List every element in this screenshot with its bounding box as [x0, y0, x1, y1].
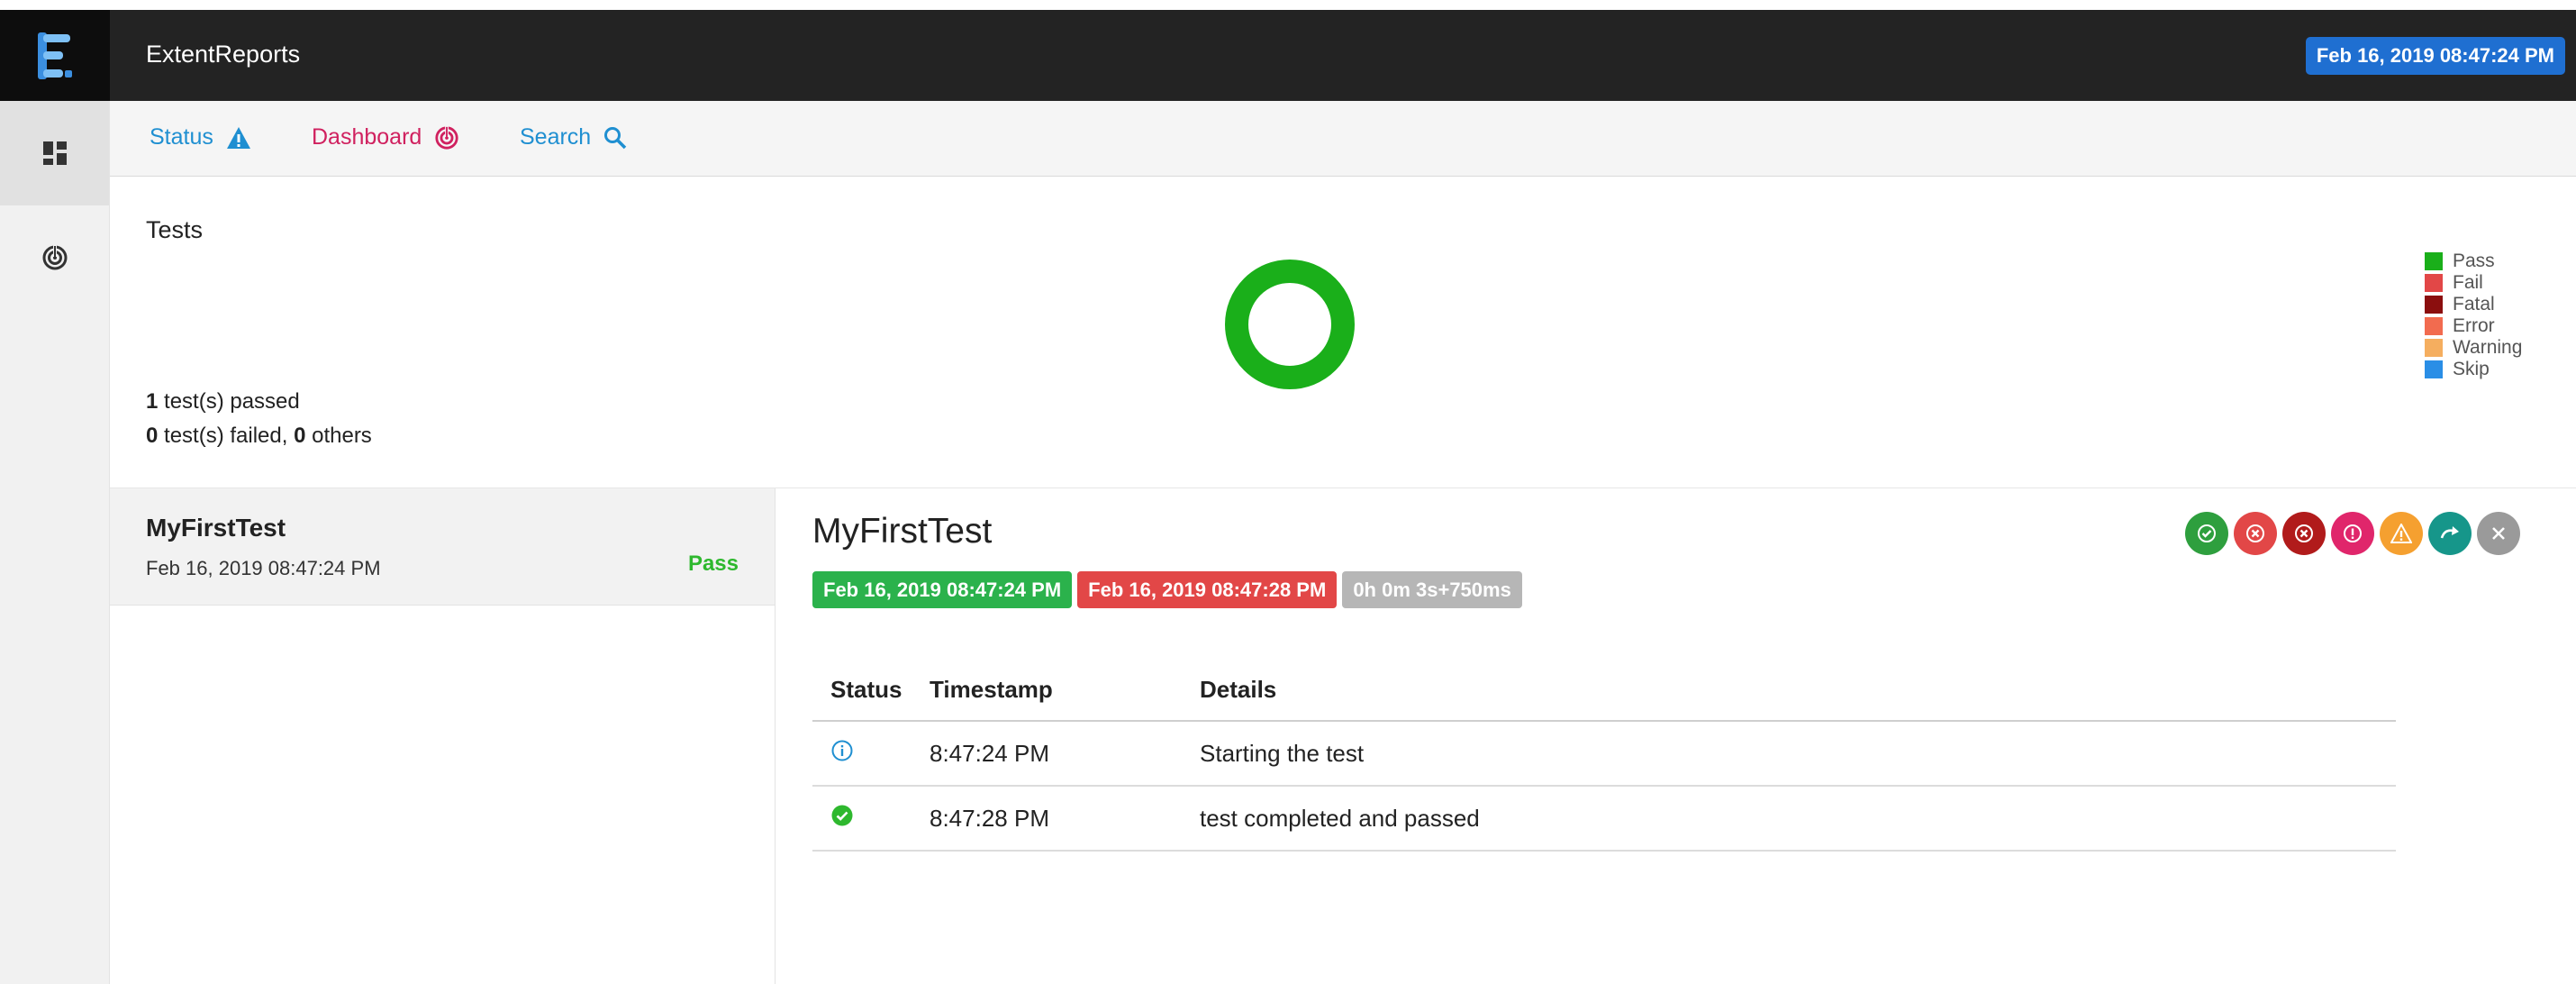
close-icon [2492, 527, 2505, 540]
fatal-filter-icon[interactable] [2282, 512, 2326, 555]
warning-filter-icon[interactable] [2380, 512, 2423, 555]
col-details-header: Details [1200, 660, 2396, 722]
table-row: 8:47:24 PM Starting the test [812, 721, 2396, 787]
nav-search-label: Search [520, 124, 592, 150]
legend-label: Skip [2453, 359, 2490, 379]
donut-slice-pass [1225, 260, 1355, 389]
check-icon [2198, 524, 2216, 542]
table-header-row: Status Timestamp Details [812, 660, 2396, 722]
duration-badge: 0h 0m 3s+750ms [1342, 571, 1522, 608]
test-name: MyFirstTest [146, 514, 286, 542]
failed-text: test(s) failed, [158, 424, 295, 448]
exclamation-icon [2344, 524, 2362, 542]
sidebar-item-tests[interactable] [0, 101, 109, 205]
legend-item-warning: Warning [2425, 337, 2522, 359]
time-badges: Feb 16, 2019 08:47:24 PM Feb 16, 2019 08… [812, 571, 1522, 608]
legend-item-fatal: Fatal [2425, 294, 2522, 315]
end-time-badge: Feb 16, 2019 08:47:28 PM [1077, 571, 1338, 608]
info-icon [831, 740, 853, 761]
nav-dashboard-label: Dashboard [312, 124, 422, 150]
legend-item-fail: Fail [2425, 272, 2522, 294]
top-bar: ExtentReports Feb 16, 2019 08:47:24 PM [0, 10, 2576, 101]
legend-label: Warning [2453, 337, 2523, 358]
nav-bar: Status Dashboard Search [110, 101, 2576, 177]
search-icon [604, 126, 627, 149]
fail-filter-icon[interactable] [2234, 512, 2277, 555]
log-details: Starting the test [1200, 721, 2396, 787]
col-status-header: Status [812, 660, 930, 722]
dashboard-grid-icon [42, 141, 67, 165]
warning-triangle-icon [2390, 524, 2412, 543]
test-status: Pass [687, 551, 739, 576]
log-timestamp: 8:47:24 PM [930, 721, 1200, 787]
nav-status-label: Status [150, 124, 213, 150]
test-list-panel: MyFirstTest Feb 16, 2019 08:47:24 PM Pas… [110, 488, 776, 984]
legend-swatch [2425, 317, 2443, 335]
tests-chart-title: Tests [146, 216, 204, 243]
start-time-badge: Feb 16, 2019 08:47:24 PM [812, 571, 1073, 608]
legend-swatch [2425, 360, 2443, 378]
failed-count: 0 [146, 424, 159, 448]
x-circle-icon [2246, 524, 2264, 542]
test-detail-panel: MyFirstTest Feb 16, 2019 08:47:24 PM Feb… [776, 488, 2576, 984]
log-status-cell [812, 721, 930, 787]
others-text: others [305, 424, 372, 448]
nav-status[interactable]: Status [150, 124, 251, 150]
tests-summary-panel: Tests 1 test(s) passed 0 test(s) failed,… [110, 177, 2576, 488]
legend-label: Pass [2453, 251, 2495, 271]
chart-legend: Pass Fail Fatal Error Warning Skip [2425, 251, 2522, 380]
legend-swatch [2425, 274, 2443, 292]
error-filter-icon[interactable] [2331, 512, 2374, 555]
extent-logo[interactable] [0, 10, 110, 101]
skip-arrow-icon [2440, 526, 2459, 539]
x-circle-icon [2295, 524, 2313, 542]
test-detail-title: MyFirstTest [812, 512, 993, 551]
legend-item-skip: Skip [2425, 359, 2522, 380]
top-strip [0, 0, 2576, 10]
nav-search[interactable]: Search [520, 124, 627, 150]
clear-filter-icon[interactable] [2477, 512, 2520, 555]
nav-dashboard[interactable]: Dashboard [312, 124, 459, 150]
legend-swatch [2425, 296, 2443, 314]
legend-label: Fatal [2453, 294, 2495, 314]
legend-swatch [2425, 339, 2443, 357]
test-time: Feb 16, 2019 08:47:24 PM [146, 557, 381, 579]
logo-icon [38, 32, 72, 79]
sidebar [0, 101, 110, 984]
tests-donut-chart [1225, 260, 1355, 389]
log-details: test completed and passed [1200, 786, 2396, 852]
legend-item-pass: Pass [2425, 251, 2522, 272]
log-timestamp: 8:47:28 PM [930, 786, 1200, 852]
warning-triangle-icon [226, 126, 250, 149]
pass-check-icon [831, 805, 853, 825]
passed-count: 1 [146, 389, 159, 414]
col-timestamp-header: Timestamp [930, 660, 1200, 722]
passed-text: test(s) passed [158, 389, 300, 414]
dashboard-target-icon [42, 244, 67, 270]
legend-label: Fail [2453, 272, 2483, 293]
others-count: 0 [294, 424, 306, 448]
log-status-cell [812, 786, 930, 852]
status-filter-icons [2185, 512, 2520, 555]
test-log-table: Status Timestamp Details 8:47:24 PM Star… [812, 660, 2396, 852]
table-row: 8:47:28 PM test completed and passed [812, 786, 2396, 852]
passed-summary: 1 test(s) passed [146, 389, 300, 415]
failed-summary: 0 test(s) failed, 0 others [146, 424, 372, 449]
report-date-badge: Feb 16, 2019 08:47:24 PM [2305, 37, 2565, 75]
legend-swatch [2425, 252, 2443, 270]
app-title: ExtentReports [146, 41, 301, 68]
test-list-item[interactable]: MyFirstTest Feb 16, 2019 08:47:24 PM Pas… [110, 488, 775, 606]
skip-filter-icon[interactable] [2428, 512, 2472, 555]
dashboard-target-icon [435, 124, 458, 150]
sidebar-item-dashboard[interactable] [0, 205, 109, 310]
pass-filter-icon[interactable] [2185, 512, 2228, 555]
legend-item-error: Error [2425, 315, 2522, 337]
legend-label: Error [2453, 315, 2495, 336]
